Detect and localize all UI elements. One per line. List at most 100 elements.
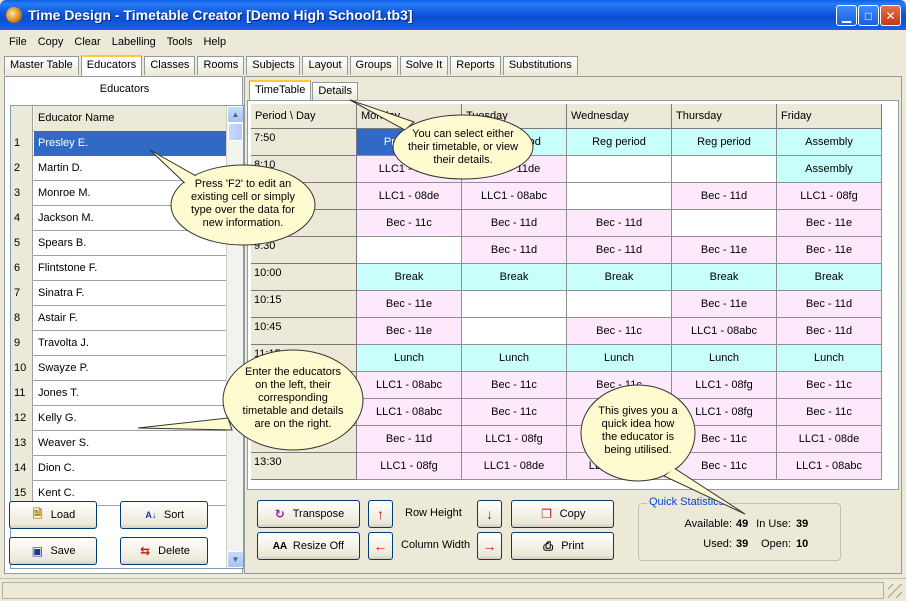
- day-header[interactable]: Thursday: [672, 104, 777, 129]
- timetable-cell[interactable]: LLC1 - 08fg: [462, 426, 567, 453]
- educator-name-cell[interactable]: Travolta J.: [34, 331, 226, 356]
- timetable-cell[interactable]: Bec - 11e: [777, 237, 882, 264]
- tab-subjects[interactable]: Subjects: [246, 56, 301, 75]
- educator-row[interactable]: 4 Jackson M.: [11, 206, 226, 231]
- timetable-cell[interactable]: LLC1 - 08abc: [357, 399, 462, 426]
- timetable-grid[interactable]: Period \ Day Monday Tuesday Wednesday Thursd…: [251, 104, 882, 483]
- period-time-header[interactable]: 10:45: [251, 318, 357, 345]
- timetable-cell[interactable]: Assembly: [777, 129, 882, 156]
- timetable-cell[interactable]: LLC1 - 08abc: [672, 318, 777, 345]
- period-time-header[interactable]: 7:50: [251, 129, 357, 156]
- educator-name-cell[interactable]: Weaver S.: [34, 431, 226, 456]
- educators-scrollbar[interactable]: ▲ ▼: [226, 106, 243, 568]
- educator-name-cell[interactable]: Spears B.: [34, 231, 226, 256]
- period-time-header[interactable]: 8:10: [251, 156, 357, 183]
- educator-row[interactable]: 1 Presley E.: [11, 131, 226, 156]
- educator-row[interactable]: 14 Dion C.: [11, 456, 226, 481]
- period-time-header[interactable]: 11:45: [251, 372, 357, 399]
- menu-labelling[interactable]: Labelling: [107, 36, 162, 48]
- educator-name-cell[interactable]: Swayze P.: [34, 356, 226, 381]
- timetable-cell[interactable]: LLC1 - 08abc: [777, 453, 882, 480]
- educator-row[interactable]: 5 Spears B.: [11, 231, 226, 256]
- period-time-header[interactable]: 13:30: [251, 453, 357, 480]
- timetable-cell[interactable]: [567, 156, 672, 183]
- timetable-cell[interactable]: LLC1 - 08fg: [672, 399, 777, 426]
- timetable-cell[interactable]: Lunch: [777, 345, 882, 372]
- timetable-cell[interactable]: Bec - 11c: [672, 453, 777, 480]
- menu-help[interactable]: Help: [198, 36, 232, 48]
- day-header[interactable]: Friday: [777, 104, 882, 129]
- educator-row[interactable]: 6 Flintstone F.: [11, 256, 226, 281]
- educator-name-cell[interactable]: Jackson M.: [34, 206, 226, 231]
- timetable-cell[interactable]: Bec - 11d: [777, 318, 882, 345]
- transpose-button[interactable]: ↻ Transpose: [257, 500, 360, 528]
- educator-row[interactable]: 7 Sinatra F.: [11, 281, 226, 306]
- timetable-cell[interactable]: Reg period: [672, 129, 777, 156]
- timetable-cell[interactable]: LLC1 - 08de: [567, 453, 672, 480]
- tab-classes[interactable]: Classes: [144, 56, 196, 75]
- period-time-header[interactable]: 10:00: [251, 264, 357, 291]
- timetable-cell[interactable]: Bec - 11d: [567, 210, 672, 237]
- timetable-cell[interactable]: Break: [777, 264, 882, 291]
- scroll-thumb[interactable]: [228, 123, 243, 141]
- day-header[interactable]: Tuesday: [462, 104, 567, 129]
- timetable-cell[interactable]: Bec - 11c: [567, 318, 672, 345]
- educator-name-cell[interactable]: Flintstone F.: [34, 256, 226, 281]
- timetable-cell[interactable]: LLC1 - 08fg: [672, 372, 777, 399]
- tab-master-table[interactable]: Master Table: [4, 56, 79, 75]
- timetable-cell[interactable]: Bec - 11e: [777, 210, 882, 237]
- menu-copy[interactable]: Copy: [33, 36, 70, 48]
- educator-name-cell[interactable]: Jones T.: [34, 381, 226, 406]
- timetable-cell[interactable]: Break: [672, 264, 777, 291]
- educator-name-cell[interactable]: Monroe M.: [34, 181, 226, 206]
- timetable-cell[interactable]: LLC1 - 08de: [777, 426, 882, 453]
- timetable-cell[interactable]: Assembly: [777, 156, 882, 183]
- timetable-cell[interactable]: Reg period: [462, 129, 567, 156]
- timetable-cell[interactable]: Bec - 11e: [357, 291, 462, 318]
- tab-groups[interactable]: Groups: [349, 56, 398, 75]
- timetable-cell[interactable]: Presley E.: [357, 129, 462, 156]
- timetable-cell[interactable]: [567, 183, 672, 210]
- maximize-button[interactable]: □: [858, 5, 879, 26]
- tab-substitutions[interactable]: Substitutions: [502, 56, 578, 75]
- timetable-cell[interactable]: LLC1 - 08fg: [567, 426, 672, 453]
- scroll-up-icon[interactable]: ▲: [227, 106, 243, 123]
- timetable-cell[interactable]: Bec - 11e: [672, 291, 777, 318]
- timetable-cell[interactable]: Bec - 11c: [672, 426, 777, 453]
- period-time-header[interactable]: 12:45: [251, 426, 357, 453]
- sort-button[interactable]: A↓ Sort: [120, 501, 208, 529]
- menu-file[interactable]: File: [4, 36, 33, 48]
- timetable-cell[interactable]: Break: [567, 264, 672, 291]
- resize-off-button[interactable]: AA Resize Off: [257, 532, 360, 560]
- period-time-header[interactable]: 10:15: [251, 291, 357, 318]
- load-button[interactable]: 🗎 Load: [9, 501, 97, 529]
- timetable-cell[interactable]: Bec - 11de: [462, 156, 567, 183]
- timetable-cell[interactable]: Bec - 11e: [357, 318, 462, 345]
- period-time-header[interactable]: 9:30: [251, 237, 357, 264]
- educator-row[interactable]: 11 Jones T.: [11, 381, 226, 406]
- timetable-cell[interactable]: Bec - 11d: [462, 237, 567, 264]
- timetable-cell[interactable]: Bec - 11c: [462, 399, 567, 426]
- period-time-header[interactable]: 11:15: [251, 345, 357, 372]
- timetable-cell[interactable]: Bec - 11d: [462, 210, 567, 237]
- timetable-cell[interactable]: LLC1 - 08de: [357, 156, 462, 183]
- timetable-cell[interactable]: [672, 210, 777, 237]
- timetable-cell[interactable]: Bec - 11c: [567, 399, 672, 426]
- educator-name-cell[interactable]: Dion C.: [34, 456, 226, 481]
- timetable-cell[interactable]: Bec - 11d: [672, 183, 777, 210]
- timetable-cell[interactable]: Bec - 11c: [777, 372, 882, 399]
- educator-name-cell[interactable]: Sinatra F.: [34, 281, 226, 306]
- timetable-cell[interactable]: Bec - 11d: [567, 237, 672, 264]
- menu-clear[interactable]: Clear: [69, 36, 106, 48]
- copy-button[interactable]: ❐ Copy: [511, 500, 614, 528]
- timetable-cell[interactable]: Bec - 11d: [777, 291, 882, 318]
- tab-reports[interactable]: Reports: [450, 56, 501, 75]
- tab-timetable[interactable]: TimeTable: [249, 80, 312, 101]
- timetable-cell[interactable]: Bec - 11d: [357, 426, 462, 453]
- timetable-cell[interactable]: Bec - 11c: [567, 372, 672, 399]
- period-time-header[interactable]: 8:30: [251, 183, 357, 210]
- day-header[interactable]: Wednesday: [567, 104, 672, 129]
- timetable-cell[interactable]: LLC1 - 08fg: [777, 183, 882, 210]
- educator-name-cell[interactable]: Kelly G.: [34, 406, 226, 431]
- timetable-cell[interactable]: Break: [357, 264, 462, 291]
